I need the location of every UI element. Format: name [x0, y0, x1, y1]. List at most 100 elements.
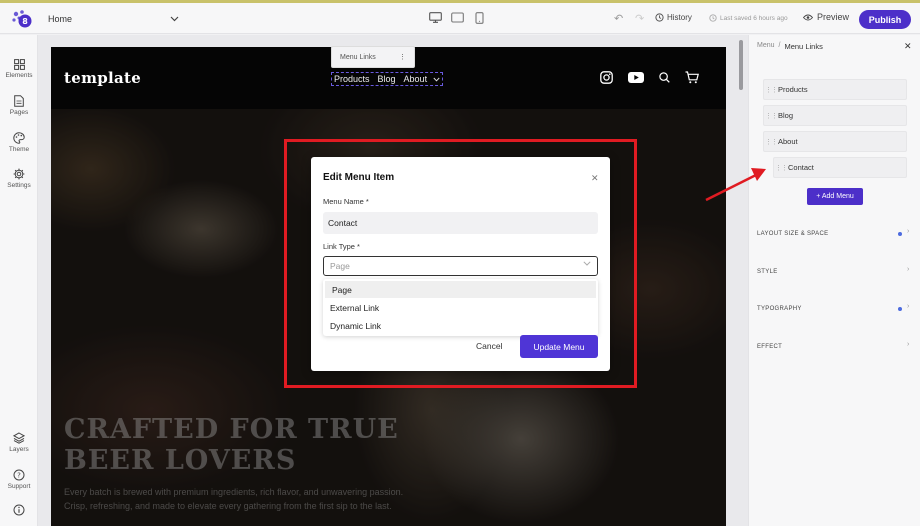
history-label: History: [667, 13, 692, 22]
chevron-right-icon: ›: [907, 228, 910, 235]
nav-link-about-label: About: [403, 74, 428, 84]
last-saved-label: Last saved 6 hours ago: [720, 14, 788, 22]
eye-icon: [803, 14, 813, 20]
section-effect[interactable]: EFFECT ›: [757, 341, 913, 353]
drag-handle-icon[interactable]: ⋮⋮: [774, 164, 788, 172]
chevron-down-icon: [433, 77, 440, 82]
sidebar-item-pages[interactable]: Pages: [0, 95, 38, 116]
menu-name-label: Menu Name *: [323, 197, 369, 206]
history-button[interactable]: History: [655, 13, 692, 22]
nav-link-products[interactable]: Products: [334, 74, 370, 84]
sidebar-item-label: Theme: [8, 146, 30, 153]
modified-dot: [898, 307, 902, 311]
link-type-label: Link Type *: [323, 242, 360, 251]
update-menu-button[interactable]: Update Menu: [520, 335, 598, 358]
modified-dot: [898, 232, 902, 236]
chevron-down-icon: [583, 261, 591, 268]
page-select[interactable]: Home: [41, 9, 186, 28]
section-layout-size-space[interactable]: LAYOUT SIZE & SPACE ›: [757, 228, 913, 240]
menu-link-label: About: [778, 137, 798, 146]
menu-link-item[interactable]: ⋮⋮ Products: [763, 79, 907, 100]
right-panel: Menu / Menu Links ✕ ⋮⋮ Products ⋮⋮ Blog …: [748, 35, 920, 526]
layers-icon: [13, 432, 25, 444]
last-saved-status: Last saved 6 hours ago: [709, 14, 788, 22]
palette-icon: [13, 132, 25, 144]
add-menu-button[interactable]: + Add Menu: [807, 188, 863, 205]
more-vertical-icon[interactable]: ⋮: [399, 53, 406, 61]
clock-icon: [709, 14, 717, 22]
sidebar-item-label: Pages: [9, 109, 29, 116]
site-social-icons: [600, 71, 699, 84]
gear-icon: [13, 168, 25, 180]
sidebar-item-settings[interactable]: Settings: [0, 168, 38, 189]
publish-button[interactable]: Publish: [859, 10, 911, 29]
instagram-icon[interactable]: [600, 71, 613, 84]
sidebar-item-elements[interactable]: Elements: [0, 58, 38, 79]
element-context-chip[interactable]: Menu Links ⋮: [331, 46, 415, 68]
history-icon: [655, 13, 664, 22]
drag-handle-icon[interactable]: ⋮⋮: [764, 138, 778, 146]
link-type-select[interactable]: Page: [323, 256, 598, 276]
sidebar-item-info[interactable]: [0, 504, 38, 516]
help-icon: ?: [13, 469, 25, 481]
chevron-right-icon: ›: [907, 303, 910, 310]
dialog-title: Edit Menu Item: [323, 172, 395, 183]
edit-menu-item-dialog: Edit Menu Item ✕ Menu Name * Contact Lin…: [311, 157, 610, 371]
section-typography[interactable]: TYPOGRAPHY ›: [757, 303, 913, 315]
sidebar-item-label: Settings: [7, 182, 31, 189]
menu-link-item[interactable]: ⋮⋮ Blog: [763, 105, 907, 126]
menu-link-label: Products: [778, 85, 808, 94]
tablet-icon[interactable]: [451, 11, 464, 24]
section-style[interactable]: STYLE ›: [757, 266, 913, 278]
sidebar-item-label: Support: [7, 483, 31, 490]
search-icon[interactable]: [659, 72, 670, 83]
section-label: TYPOGRAPHY: [757, 306, 802, 312]
section-label: STYLE: [757, 269, 778, 275]
site-nav-menu[interactable]: Products Blog About: [331, 72, 443, 86]
context-chip-label: Menu Links: [340, 53, 376, 61]
menu-link-item[interactable]: ⋮⋮ Contact: [773, 157, 907, 178]
left-sidebar: Elements Pages Theme Settings Layers ? S…: [0, 35, 38, 526]
mobile-icon[interactable]: [473, 11, 486, 24]
cart-icon[interactable]: [685, 71, 699, 84]
close-icon[interactable]: ✕: [904, 41, 912, 52]
option-external-link[interactable]: External Link: [323, 299, 598, 316]
svg-text:?: ?: [17, 471, 21, 479]
menu-link-label: Contact: [788, 163, 814, 172]
menu-link-item[interactable]: ⋮⋮ About: [763, 131, 907, 152]
sidebar-item-support[interactable]: ? Support: [0, 469, 38, 490]
nav-link-blog[interactable]: Blog: [378, 74, 396, 84]
nav-link-about[interactable]: About: [404, 74, 440, 84]
sidebar-item-theme[interactable]: Theme: [0, 132, 38, 153]
svg-text:8: 8: [22, 17, 28, 26]
option-dynamic-link[interactable]: Dynamic Link: [323, 317, 598, 334]
app-logo-icon[interactable]: 8: [10, 8, 34, 30]
breadcrumb-current: Menu Links: [784, 42, 823, 51]
chevron-down-icon: [170, 14, 179, 24]
link-type-dropdown: Page External Link Dynamic Link: [323, 279, 598, 336]
option-page[interactable]: Page: [325, 281, 596, 298]
cancel-button[interactable]: Cancel: [476, 341, 502, 351]
menu-link-label: Blog: [778, 111, 794, 120]
drag-handle-icon[interactable]: ⋮⋮: [764, 112, 778, 120]
drag-handle-icon[interactable]: ⋮⋮: [764, 86, 778, 94]
redo-icon[interactable]: ↷: [635, 12, 644, 25]
grid-icon: [13, 58, 25, 70]
undo-icon[interactable]: ↶: [614, 12, 623, 25]
desktop-icon[interactable]: [429, 11, 442, 24]
preview-button[interactable]: Preview: [803, 12, 849, 22]
chevron-right-icon: ›: [907, 266, 910, 273]
scroll-thumb[interactable]: [739, 40, 743, 90]
breadcrumb-parent[interactable]: Menu: [757, 42, 775, 51]
section-label: EFFECT: [757, 344, 783, 350]
sidebar-item-layers[interactable]: Layers: [0, 432, 38, 453]
preview-label: Preview: [817, 12, 850, 22]
canvas-scrollbar[interactable]: [738, 38, 744, 526]
menu-name-input[interactable]: Contact: [323, 212, 598, 234]
top-bar: 8 Home ↶ ↷ History Last saved 6 hours ag…: [0, 3, 920, 34]
section-label: LAYOUT SIZE & SPACE: [757, 231, 829, 237]
info-icon: [13, 504, 25, 516]
youtube-icon[interactable]: [628, 72, 644, 83]
site-logo[interactable]: template: [64, 69, 141, 87]
close-icon[interactable]: ✕: [591, 173, 599, 184]
